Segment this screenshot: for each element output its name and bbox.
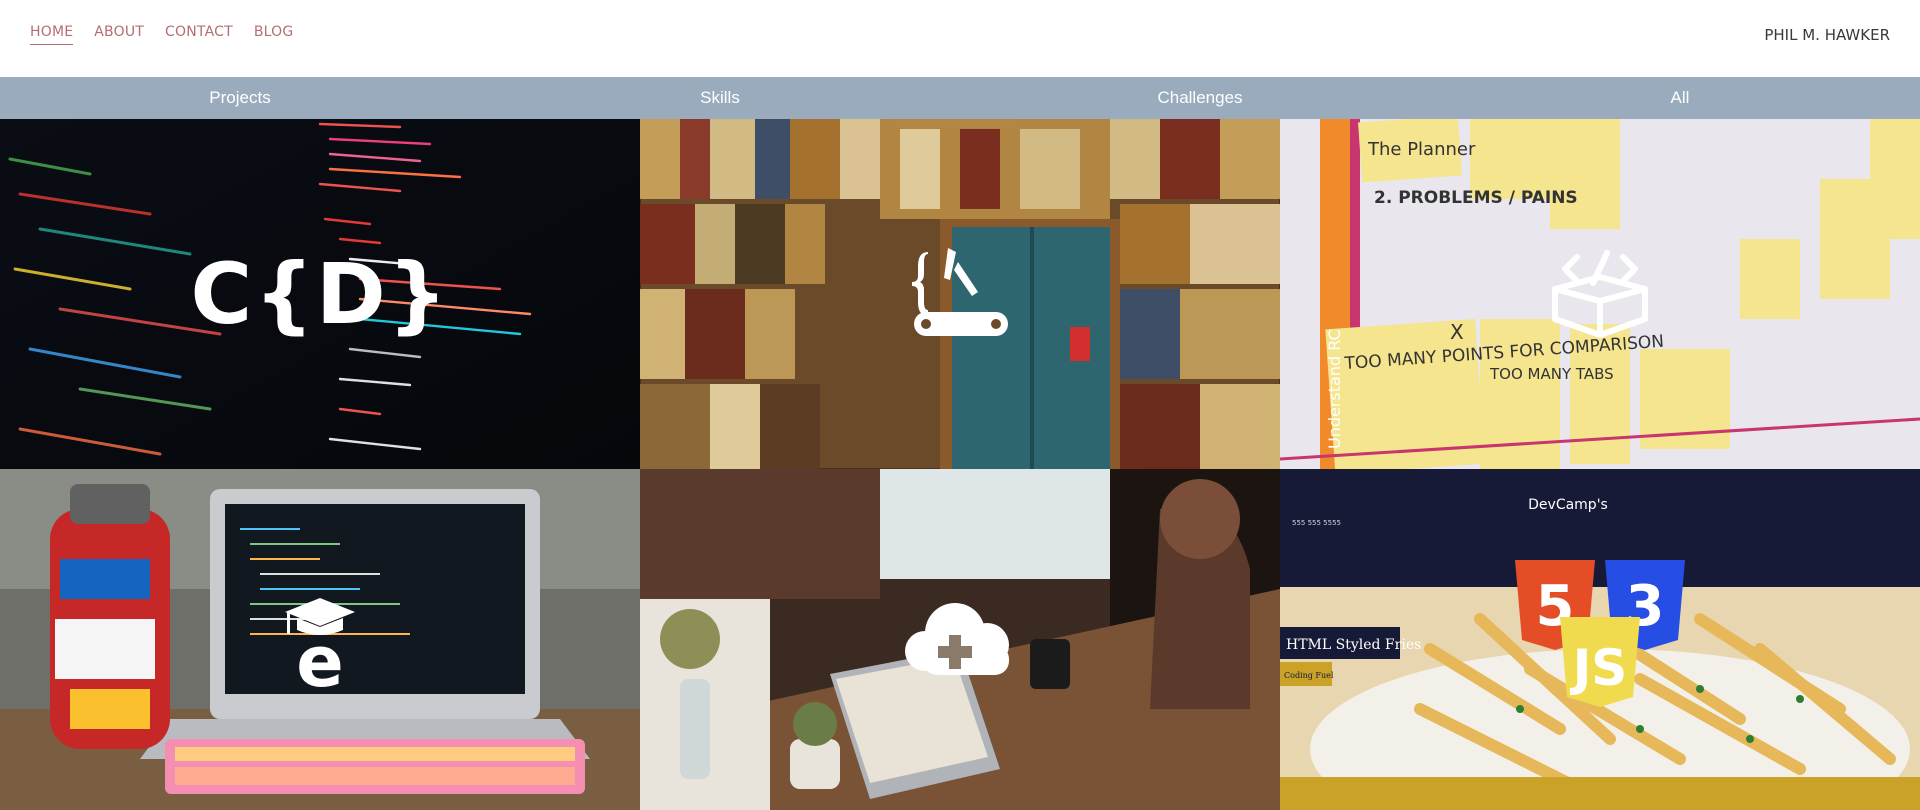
sticky-note-2: TOO MANY TABS: [1489, 365, 1614, 383]
filter-skills[interactable]: Skills: [480, 77, 960, 119]
site-brand-name: PHIL M. HAWKER: [1764, 26, 1890, 44]
code-braces-logo-icon: C{D}: [190, 245, 450, 343]
site-name-text: DevCamp's: [1528, 497, 1608, 513]
site-phone-text: 555 555 5555: [1292, 519, 1341, 527]
portfolio-item-code-screen[interactable]: C{D}: [0, 119, 640, 469]
multitool-icon: [900, 244, 1020, 344]
nav-contact-link[interactable]: CONTACT: [165, 24, 233, 45]
planner-text: The Planner: [1367, 139, 1476, 160]
cloud-plus-icon: [895, 595, 1025, 685]
portfolio-item-sticky-notes[interactable]: The Planner 2. PROBLEMS / PAINS X TOO MA…: [1280, 119, 1920, 469]
filter-projects[interactable]: Projects: [0, 77, 480, 119]
main-nav: HOME ABOUT CONTACT BLOG: [30, 24, 293, 45]
nav-about-link[interactable]: ABOUT: [94, 24, 144, 45]
portfolio-item-person-typing[interactable]: [640, 469, 1280, 810]
svg-text:e: e: [296, 621, 343, 690]
portfolio-item-laptop-bottle[interactable]: e: [0, 469, 640, 810]
html-css-js-shields-icon: 5 3 JS: [1510, 555, 1690, 725]
filter-all[interactable]: All: [1440, 77, 1920, 119]
top-header: HOME ABOUT CONTACT BLOG PHIL M. HAWKER: [0, 0, 1920, 77]
portfolio-filter-bar: Projects Skills Challenges All: [0, 77, 1920, 119]
open-box-code-icon: [1545, 249, 1655, 339]
portfolio-item-bookshelf[interactable]: [640, 119, 1280, 469]
svg-text:JS: JS: [1570, 639, 1628, 697]
portfolio-grid: C{D} The Planner 2. PROBLEMS / PAINS X T…: [0, 119, 1920, 810]
nav-home-link[interactable]: HOME: [30, 24, 74, 45]
problems-heading: 2. PROBLEMS / PAINS: [1374, 188, 1578, 208]
coding-fuel-button: Coding Fuel: [1284, 671, 1334, 680]
html-styled-fries-banner: HTML Styled Fries: [1286, 637, 1421, 653]
vertical-label: Understand RC: [1325, 329, 1344, 449]
x-mark: X: [1450, 320, 1464, 344]
nav-blog-link[interactable]: BLOG: [254, 24, 294, 45]
portfolio-item-styled-fries[interactable]: DevCamp's 555 555 5555 HTML Styled Fries…: [1280, 469, 1920, 810]
filter-challenges[interactable]: Challenges: [960, 77, 1440, 119]
education-e-icon: e: [275, 590, 365, 690]
